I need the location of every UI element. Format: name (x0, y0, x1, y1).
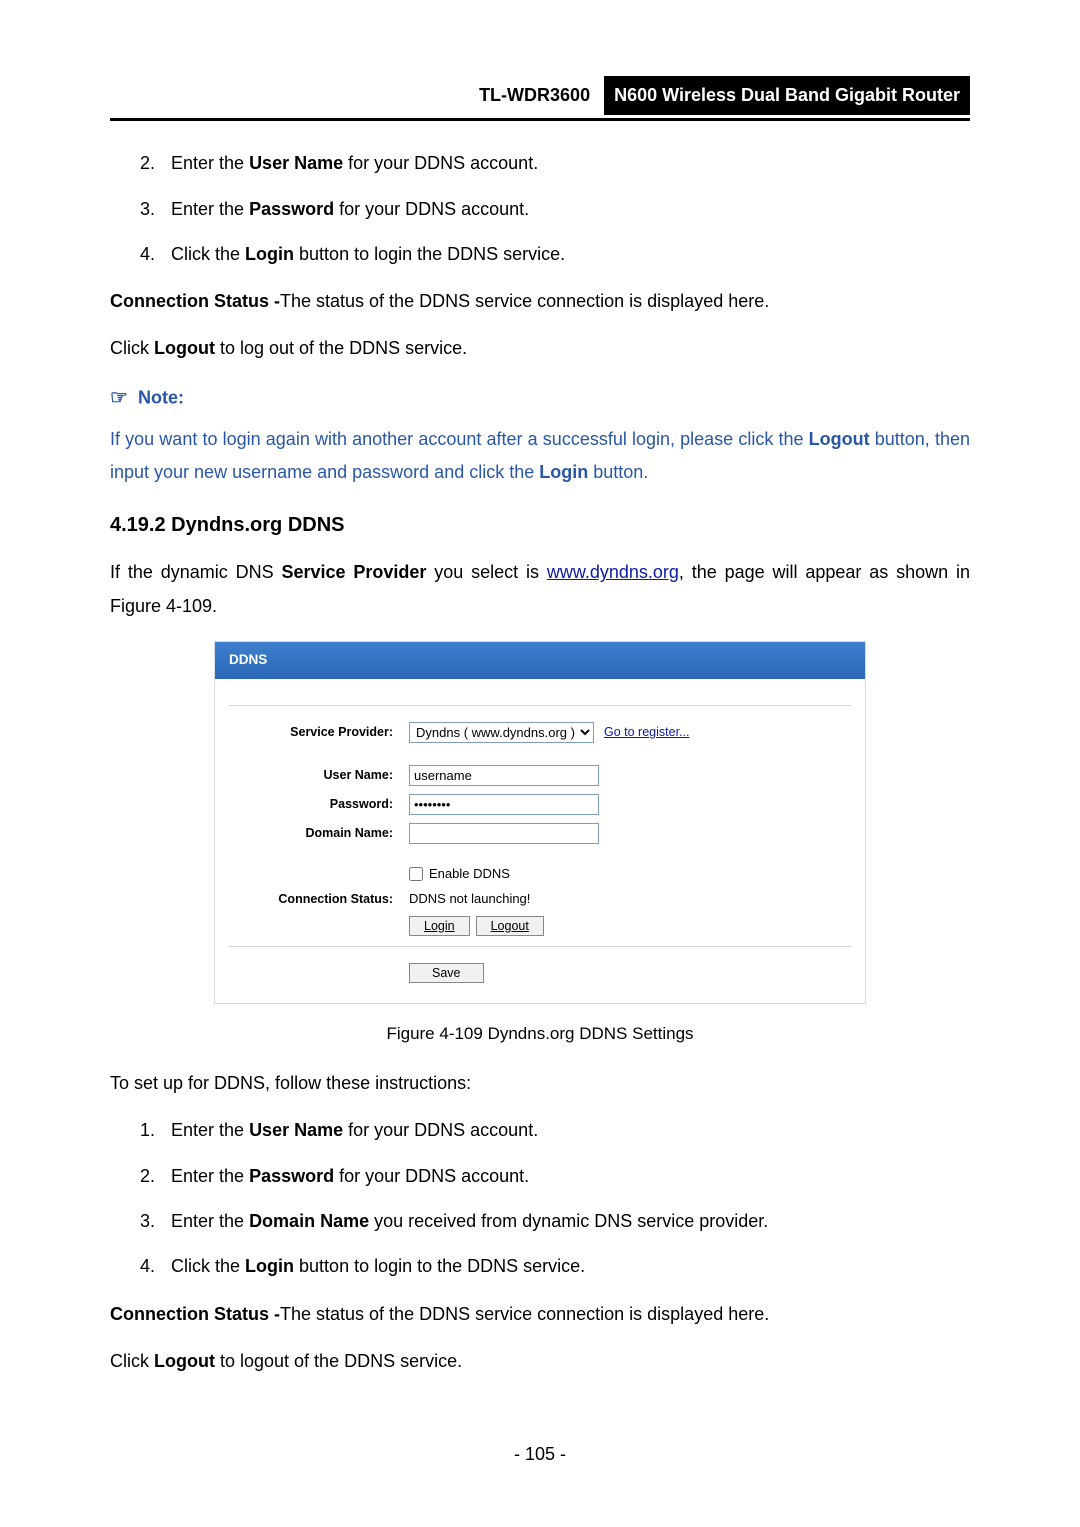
login-button[interactable]: Login (409, 916, 470, 936)
model-label: TL-WDR3600 (479, 79, 604, 112)
row-domain: Domain Name: (229, 823, 851, 844)
intro-paragraph: If the dynamic DNS Service Provider you … (110, 556, 970, 623)
label-conn-status: Connection Status: (229, 891, 409, 907)
conn-status-value: DDNS not launching! (409, 891, 530, 908)
model-desc: N600 Wireless Dual Band Gigabit Router (604, 76, 970, 115)
list-num: 4. (140, 238, 166, 271)
list-item: 3. Enter the Password for your DDNS acco… (136, 193, 970, 226)
password-input[interactable] (409, 794, 599, 815)
list-item: 2. Enter the User Name for your DDNS acc… (136, 147, 970, 180)
label-service-provider: Service Provider: (229, 724, 409, 740)
username-input[interactable] (409, 765, 599, 786)
row-enable-ddns: Enable DDNS (229, 866, 851, 883)
page-number: - 105 - (110, 1438, 970, 1471)
note-text: If you want to login again with another … (110, 423, 970, 490)
list-item: 4. Click the Login button to login the D… (136, 238, 970, 271)
panel-title: DDNS (215, 642, 865, 679)
bottom-ordered-list: 1. Enter the User Name for your DDNS acc… (110, 1114, 970, 1283)
dyndns-link[interactable]: www.dyndns.org (547, 562, 679, 582)
section-heading: 4.19.2 Dyndns.org DDNS (110, 507, 970, 544)
row-password: Password: (229, 794, 851, 815)
list-item: 1. Enter the User Name for your DDNS acc… (136, 1114, 970, 1147)
divider (229, 705, 851, 706)
enable-ddns-label: Enable DDNS (429, 866, 510, 883)
enable-ddns-checkbox[interactable] (409, 867, 423, 881)
header-rule (110, 118, 970, 121)
label-username: User Name: (229, 767, 409, 783)
service-provider-select[interactable]: Dyndns ( www.dyndns.org ) (409, 722, 594, 743)
row-username: User Name: (229, 765, 851, 786)
save-button[interactable]: Save (409, 963, 484, 983)
logout-paragraph: Click Logout to log out of the DDNS serv… (110, 332, 970, 365)
setup-line: To set up for DDNS, follow these instruc… (110, 1067, 970, 1100)
top-ordered-list: 2. Enter the User Name for your DDNS acc… (110, 147, 970, 271)
row-service-provider: Service Provider: Dyndns ( www.dyndns.or… (229, 722, 851, 743)
list-num: 2. (140, 147, 166, 180)
connection-status-paragraph-2: Connection Status -The status of the DDN… (110, 1298, 970, 1331)
row-login-logout: Login Logout (229, 916, 851, 936)
divider (229, 946, 851, 947)
label-password: Password: (229, 796, 409, 812)
logout-button[interactable]: Logout (476, 916, 544, 936)
row-save: Save (229, 963, 851, 983)
note-label: ☞ Note: (110, 380, 970, 417)
row-conn-status: Connection Status: DDNS not launching! (229, 891, 851, 908)
figure-caption: Figure 4-109 Dyndns.org DDNS Settings (110, 1018, 970, 1049)
list-item: 4. Click the Login button to login to th… (136, 1250, 970, 1283)
logout-paragraph-2: Click Logout to logout of the DDNS servi… (110, 1345, 970, 1378)
ddns-screenshot: DDNS Service Provider: Dyndns ( www.dynd… (214, 641, 866, 1004)
doc-header: TL-WDR3600 N600 Wireless Dual Band Gigab… (110, 76, 970, 115)
domain-input[interactable] (409, 823, 599, 844)
label-domain: Domain Name: (229, 825, 409, 841)
connection-status-paragraph: Connection Status -The status of the DDN… (110, 285, 970, 318)
list-item: 3. Enter the Domain Name you received fr… (136, 1205, 970, 1238)
list-num: 3. (140, 193, 166, 226)
hand-icon: ☞ (110, 387, 128, 409)
list-item: 2. Enter the Password for your DDNS acco… (136, 1160, 970, 1193)
go-register-link[interactable]: Go to register... (604, 724, 689, 740)
